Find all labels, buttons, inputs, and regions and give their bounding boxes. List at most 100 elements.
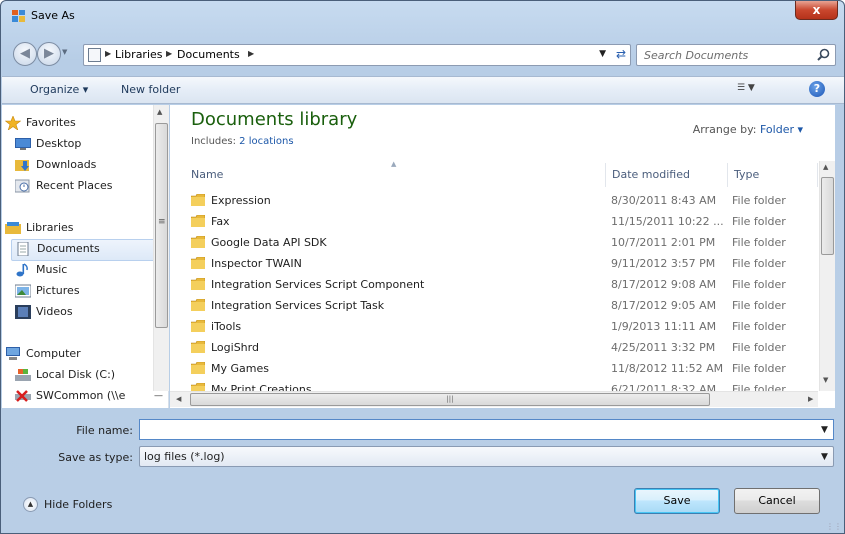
file-row[interactable]: My Games 11/8/2012 11:52 AM File folder bbox=[186, 359, 816, 380]
documents-icon bbox=[17, 242, 29, 256]
folder-icon bbox=[191, 362, 205, 374]
organize-button[interactable]: Organize ▾ bbox=[30, 83, 88, 96]
breadcrumb-arrow-icon[interactable]: ▶ bbox=[248, 49, 254, 58]
command-bar: Organize ▾ New folder ☰ ▼ ? bbox=[2, 76, 844, 104]
back-button[interactable]: ◀ bbox=[13, 42, 37, 66]
nav-local-disk[interactable]: Local Disk (C:) bbox=[15, 366, 145, 386]
horizontal-scrollbar[interactable]: ◀ ||| ▶ bbox=[170, 391, 818, 407]
file-date: 4/25/2011 3:32 PM bbox=[611, 341, 716, 354]
scroll-right-icon[interactable]: ▶ bbox=[808, 395, 813, 403]
search-input[interactable]: Search Documents bbox=[636, 44, 836, 66]
file-name: iTools bbox=[211, 320, 242, 333]
nav-favorites[interactable]: Favorites bbox=[5, 114, 145, 134]
refresh-icon[interactable]: ⇄ bbox=[616, 47, 626, 61]
breadcrumb-documents[interactable]: Documents bbox=[177, 48, 240, 61]
file-date: 10/7/2011 2:01 PM bbox=[611, 236, 716, 249]
nav-downloads[interactable]: Downloads bbox=[15, 156, 145, 176]
breadcrumb-libraries[interactable]: Libraries bbox=[115, 48, 163, 61]
file-type: File folder bbox=[732, 257, 786, 270]
file-date: 6/21/2011 8:32 AM bbox=[611, 383, 717, 391]
nav-pictures[interactable]: Pictures bbox=[15, 282, 145, 302]
nav-documents[interactable]: Documents bbox=[11, 239, 155, 261]
local-disk-icon bbox=[15, 369, 31, 381]
file-list-scrollbar[interactable]: ▲ ▼ bbox=[819, 161, 835, 391]
folder-icon bbox=[191, 236, 205, 248]
file-row[interactable]: Expression 8/30/2011 8:43 AM File folder bbox=[186, 191, 816, 212]
save-type-dropdown-icon[interactable]: ▼ bbox=[821, 452, 828, 462]
file-date: 1/9/2013 11:11 AM bbox=[611, 320, 717, 333]
music-icon bbox=[16, 263, 28, 277]
address-dropdown-icon[interactable]: ▼ bbox=[599, 49, 606, 59]
file-name: LogiShrd bbox=[211, 341, 259, 354]
file-row[interactable]: Inspector TWAIN 9/11/2012 3:57 PM File fol… bbox=[186, 254, 816, 275]
folder-icon bbox=[191, 278, 205, 290]
nav-network-drive[interactable]: SWCommon (\\e bbox=[15, 387, 145, 407]
address-row: ◀ ▶ ▼ ▶ Libraries ▶ Documents ▶ ▼ ⇄ Sear… bbox=[1, 34, 844, 74]
scroll-down-icon[interactable]: ▼ bbox=[823, 376, 828, 384]
address-bar[interactable]: ▶ Libraries ▶ Documents ▶ ▼ ⇄ bbox=[83, 44, 631, 66]
file-row[interactable]: iTools 1/9/2013 11:11 AM File folder bbox=[186, 317, 816, 338]
downloads-icon bbox=[15, 160, 29, 171]
help-icon[interactable]: ? bbox=[809, 81, 825, 97]
file-type: File folder bbox=[732, 236, 786, 249]
close-button[interactable]: x bbox=[795, 1, 838, 20]
nav-recent-places[interactable]: Recent Places bbox=[15, 177, 145, 197]
file-name-dropdown-icon[interactable]: ▼ bbox=[821, 425, 828, 435]
file-type: File folder bbox=[732, 320, 786, 333]
file-row[interactable]: Integration Services Script Component 8/1… bbox=[186, 275, 816, 296]
file-row[interactable]: My Print Creations 6/21/2011 8:32 AM File … bbox=[186, 380, 816, 391]
recent-pages-dropdown-icon[interactable]: ▼ bbox=[62, 48, 67, 56]
window-title: Save As bbox=[31, 9, 75, 22]
scroll-up-icon[interactable]: ▲ bbox=[823, 163, 828, 171]
search-icon[interactable] bbox=[817, 48, 830, 61]
nav-videos[interactable]: Videos bbox=[15, 303, 145, 323]
file-type: File folder bbox=[732, 362, 786, 375]
file-name: Expression bbox=[211, 194, 271, 207]
folder-icon bbox=[191, 383, 205, 391]
file-row[interactable]: Google Data API SDK 10/7/2011 2:01 PM File… bbox=[186, 233, 816, 254]
file-type: File folder bbox=[732, 194, 786, 207]
nav-music[interactable]: Music bbox=[15, 261, 145, 281]
save-button[interactable]: Save bbox=[634, 488, 720, 514]
save-as-dialog: Save As x ◀ ▶ ▼ ▶ Libraries ▶ Documents … bbox=[0, 0, 845, 534]
file-row[interactable]: LogiShrd 4/25/2011 3:32 PM File folder bbox=[186, 338, 816, 359]
horizontal-scroll-thumb[interactable]: ||| bbox=[190, 393, 710, 406]
folder-icon bbox=[191, 320, 205, 332]
nav-pane-scrollbar[interactable]: ▲ ≡ bbox=[153, 105, 169, 391]
breadcrumb-arrow-icon[interactable]: ▶ bbox=[105, 49, 111, 58]
cancel-button[interactable]: Cancel bbox=[734, 488, 820, 514]
scroll-left-icon[interactable]: ◀ bbox=[176, 395, 181, 403]
new-folder-button[interactable]: New folder bbox=[121, 83, 180, 96]
breadcrumb-arrow-icon[interactable]: ▶ bbox=[166, 49, 172, 58]
nav-computer[interactable]: Computer bbox=[5, 345, 145, 365]
recent-places-icon bbox=[15, 179, 30, 193]
scroll-up-icon[interactable]: ▲ bbox=[157, 108, 162, 116]
pictures-icon bbox=[15, 284, 31, 298]
nav-libraries[interactable]: Libraries bbox=[5, 219, 145, 239]
forward-button[interactable]: ▶ bbox=[37, 42, 61, 66]
folder-icon bbox=[191, 215, 205, 227]
hide-folders-label: Hide Folders bbox=[44, 498, 113, 511]
folder-icon bbox=[191, 341, 205, 353]
save-type-select[interactable]: log files (*.log) ▼ bbox=[139, 446, 834, 467]
file-name: My Print Creations bbox=[211, 383, 312, 391]
file-row[interactable]: Fax 11/15/2011 10:22 ... File folder bbox=[186, 212, 816, 233]
file-type: File folder bbox=[732, 383, 786, 391]
file-row[interactable]: Integration Services Script Task 8/17/201… bbox=[186, 296, 816, 317]
file-list-scroll-thumb[interactable] bbox=[821, 177, 834, 255]
resize-grip-icon[interactable]: ⋮⋮ bbox=[826, 522, 842, 531]
scroll-grip-icon: ≡ bbox=[158, 217, 166, 227]
change-view-icon[interactable]: ☰ ▼ bbox=[737, 83, 755, 97]
file-name: Integration Services Script Component bbox=[211, 278, 425, 291]
title-bar[interactable]: Save As x bbox=[1, 1, 844, 27]
save-type-value: log files (*.log) bbox=[144, 450, 225, 463]
computer-icon bbox=[6, 347, 20, 360]
file-name-input[interactable] bbox=[139, 419, 834, 440]
file-type: File folder bbox=[732, 299, 786, 312]
nav-desktop[interactable]: Desktop bbox=[15, 135, 145, 155]
nav-pane-scroll-down-icon[interactable]: — bbox=[154, 391, 170, 407]
collapse-up-icon: ▲ bbox=[23, 497, 38, 512]
forward-arrow-icon: ▶ bbox=[44, 46, 54, 61]
folder-icon bbox=[191, 194, 205, 206]
network-drive-icon bbox=[15, 390, 31, 402]
